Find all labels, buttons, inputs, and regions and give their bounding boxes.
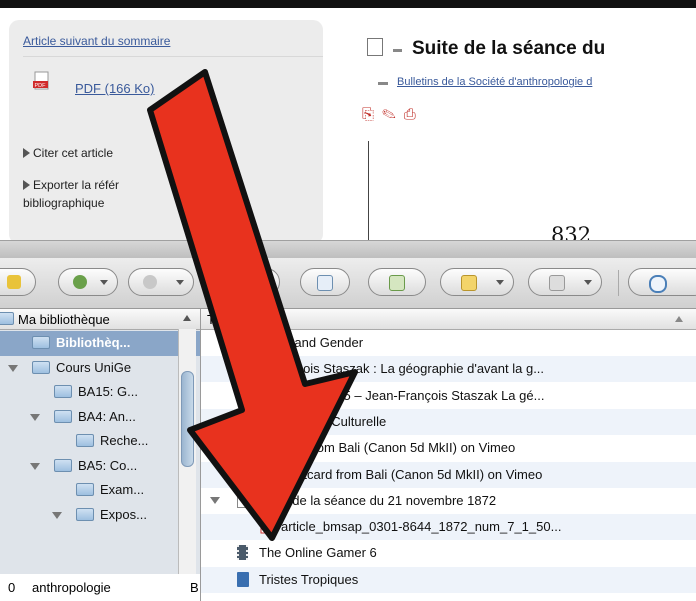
red-arrow-annotation (147, 69, 358, 541)
arrow-shape (147, 69, 358, 541)
